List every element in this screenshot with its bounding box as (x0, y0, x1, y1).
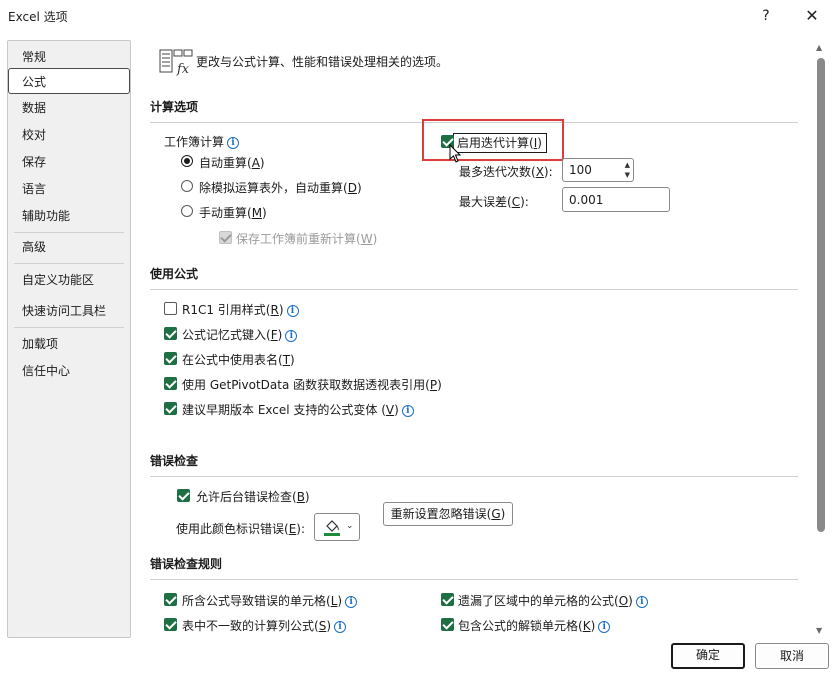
formula-fx-icon: fx (159, 49, 193, 76)
checkbox-suggest-variants[interactable] (164, 402, 177, 415)
chevron-down-icon[interactable]: ⌄ (346, 521, 354, 531)
max-iterations-value[interactable]: 100 (569, 163, 592, 177)
max-change-value[interactable]: 0.001 (569, 193, 603, 207)
checkbox-getpivotdata-label[interactable]: 使用 GetPivotData 函数获取数据透视表引用(P) (182, 376, 442, 393)
sidebar-item-advanced[interactable]: 高级 (9, 234, 129, 260)
checkbox-background-error-check[interactable] (177, 489, 190, 502)
checkbox-rule-unlocked-cells[interactable] (441, 618, 454, 631)
sidebar-item-accessibility[interactable]: 辅助功能 (9, 203, 129, 229)
info-icon: i (285, 330, 298, 342)
section-divider (150, 476, 798, 477)
checkbox-table-names-label[interactable]: 在公式中使用表名(T) (182, 351, 295, 368)
sidebar-item-general[interactable]: 常规 (9, 44, 129, 70)
max-iterations-spinner[interactable]: 100 ▲ ▼ (562, 158, 634, 182)
reset-ignored-errors-button[interactable]: 重新设置忽略错误(G) (383, 502, 513, 526)
info-icon: i (334, 621, 346, 633)
info-icon: i (286, 305, 299, 317)
scroll-up-icon[interactable]: ▲ (816, 43, 822, 52)
checkbox-r1c1-label[interactable]: R1C1 引用样式(R) i (182, 301, 299, 318)
radio-auto-calc-label[interactable]: 自动重算(A) (199, 154, 265, 171)
close-icon[interactable]: ✕ (792, 2, 832, 30)
sidebar-divider (14, 263, 124, 264)
sidebar-item-data[interactable]: 数据 (9, 95, 129, 121)
section-formulas-title: 使用公式 (150, 267, 199, 281)
window-title: Excel 选项 (8, 10, 68, 24)
radio-auto-except-tables[interactable] (181, 180, 193, 192)
checkbox-formula-autocomplete-label[interactable]: 公式记忆式键入(F) i (182, 326, 298, 343)
max-change-field[interactable]: 0.001 (562, 187, 670, 212)
spin-up-icon[interactable]: ▲ (625, 161, 630, 169)
max-change-label: 最大误差(C): (459, 195, 529, 209)
checkbox-rule-inconsistent-column[interactable] (164, 618, 177, 631)
sidebar-item-quick-access[interactable]: 快速访问工具栏 (9, 298, 129, 324)
ok-button[interactable]: 确定 (671, 643, 745, 669)
checkbox-rule-omitted-cells[interactable] (441, 593, 454, 606)
sidebar-item-trust-center[interactable]: 信任中心 (9, 358, 129, 384)
sidebar-item-customize-ribbon[interactable]: 自定义功能区 (9, 267, 129, 293)
info-icon: i (345, 596, 358, 608)
checkbox-r1c1[interactable] (164, 302, 177, 315)
checkbox-rule-error-formulas-label[interactable]: 所含公式导致错误的单元格(L) i (182, 592, 358, 609)
checkbox-rule-omitted-cells-label[interactable]: 遗漏了区域中的单元格的公式(O) i (458, 592, 648, 609)
checkbox-getpivotdata[interactable] (164, 377, 177, 390)
scroll-down-icon[interactable]: ▼ (816, 626, 822, 635)
svg-text:fx: fx (176, 62, 190, 76)
options-content: fx 更改与公式计算、性能和错误处理相关的选项。 计算选项 工作簿计算 i 自动重… (139, 40, 809, 638)
sidebar-item-save[interactable]: 保存 (9, 149, 129, 175)
sidebar-divider (14, 232, 124, 233)
checkbox-rule-unlocked-cells-label[interactable]: 包含公式的解锁单元格(K) i (458, 617, 611, 634)
checkbox-suggest-variants-label[interactable]: 建议早期版本 Excel 支持的公式变体 (V) i (182, 401, 414, 418)
content-scrollbar[interactable]: ▲ ▼ (813, 40, 829, 638)
sidebar-item-addins[interactable]: 加载项 (9, 331, 129, 357)
sidebar-item-formulas[interactable]: 公式 (8, 68, 130, 94)
error-color-picker[interactable]: ⌄ (314, 513, 360, 541)
radio-auto-calc[interactable] (181, 155, 193, 167)
paint-bucket-icon (324, 520, 340, 536)
radio-manual-calc-label[interactable]: 手动重算(M) (199, 204, 267, 221)
section-calculation-title: 计算选项 (150, 100, 199, 114)
radio-auto-except-tables-label[interactable]: 除模拟运算表外，自动重算(D) (199, 179, 362, 196)
sidebar-item-language[interactable]: 语言 (9, 176, 129, 202)
info-icon: i (401, 405, 414, 417)
sidebar-item-proofing[interactable]: 校对 (9, 122, 129, 148)
mouse-cursor-icon (449, 144, 462, 163)
scroll-thumb[interactable] (817, 58, 825, 532)
max-iterations-label: 最多迭代次数(X): (459, 165, 553, 179)
checkbox-table-names[interactable] (164, 352, 177, 365)
checkbox-rule-error-formulas[interactable] (164, 593, 177, 606)
radio-manual-calc[interactable] (181, 205, 193, 217)
checkbox-formula-autocomplete[interactable] (164, 327, 177, 340)
checkbox-background-error-check-label[interactable]: 允许后台错误检查(B) (196, 488, 310, 505)
help-icon[interactable]: ? (746, 2, 786, 30)
checkbox-recalc-before-save-label[interactable]: 保存工作簿前重新计算(W) (236, 230, 377, 247)
info-icon: i (635, 596, 648, 608)
info-icon: i (598, 621, 611, 633)
error-color-label: 使用此颜色标识错误(E): (176, 522, 306, 536)
checkbox-recalc-before-save[interactable] (219, 231, 232, 244)
spin-down-icon[interactable]: ▼ (625, 171, 630, 179)
title-bar: Excel 选项 ? ✕ (0, 0, 836, 32)
sidebar-divider (14, 327, 124, 328)
cancel-button[interactable]: 取消 (755, 643, 829, 669)
section-divider (150, 579, 798, 580)
section-error-rules-title: 错误检查规则 (150, 557, 223, 571)
section-divider (150, 289, 798, 290)
section-error-checking-title: 错误检查 (150, 454, 199, 468)
checkbox-rule-inconsistent-column-label[interactable]: 表中不一致的计算列公式(S) i (182, 617, 346, 634)
info-icon: i (227, 137, 240, 149)
workbook-calc-label: 工作簿计算 i (164, 133, 240, 150)
sidebar-nav: 常规 公式 数据 校对 保存 语言 辅助功能 高级 自定义功能区 快速访问工具栏… (7, 40, 131, 638)
checkbox-iterative-calc-label[interactable]: 启用迭代计算(I) (457, 134, 542, 151)
header-description: 更改与公式计算、性能和错误处理相关的选项。 (196, 55, 449, 69)
